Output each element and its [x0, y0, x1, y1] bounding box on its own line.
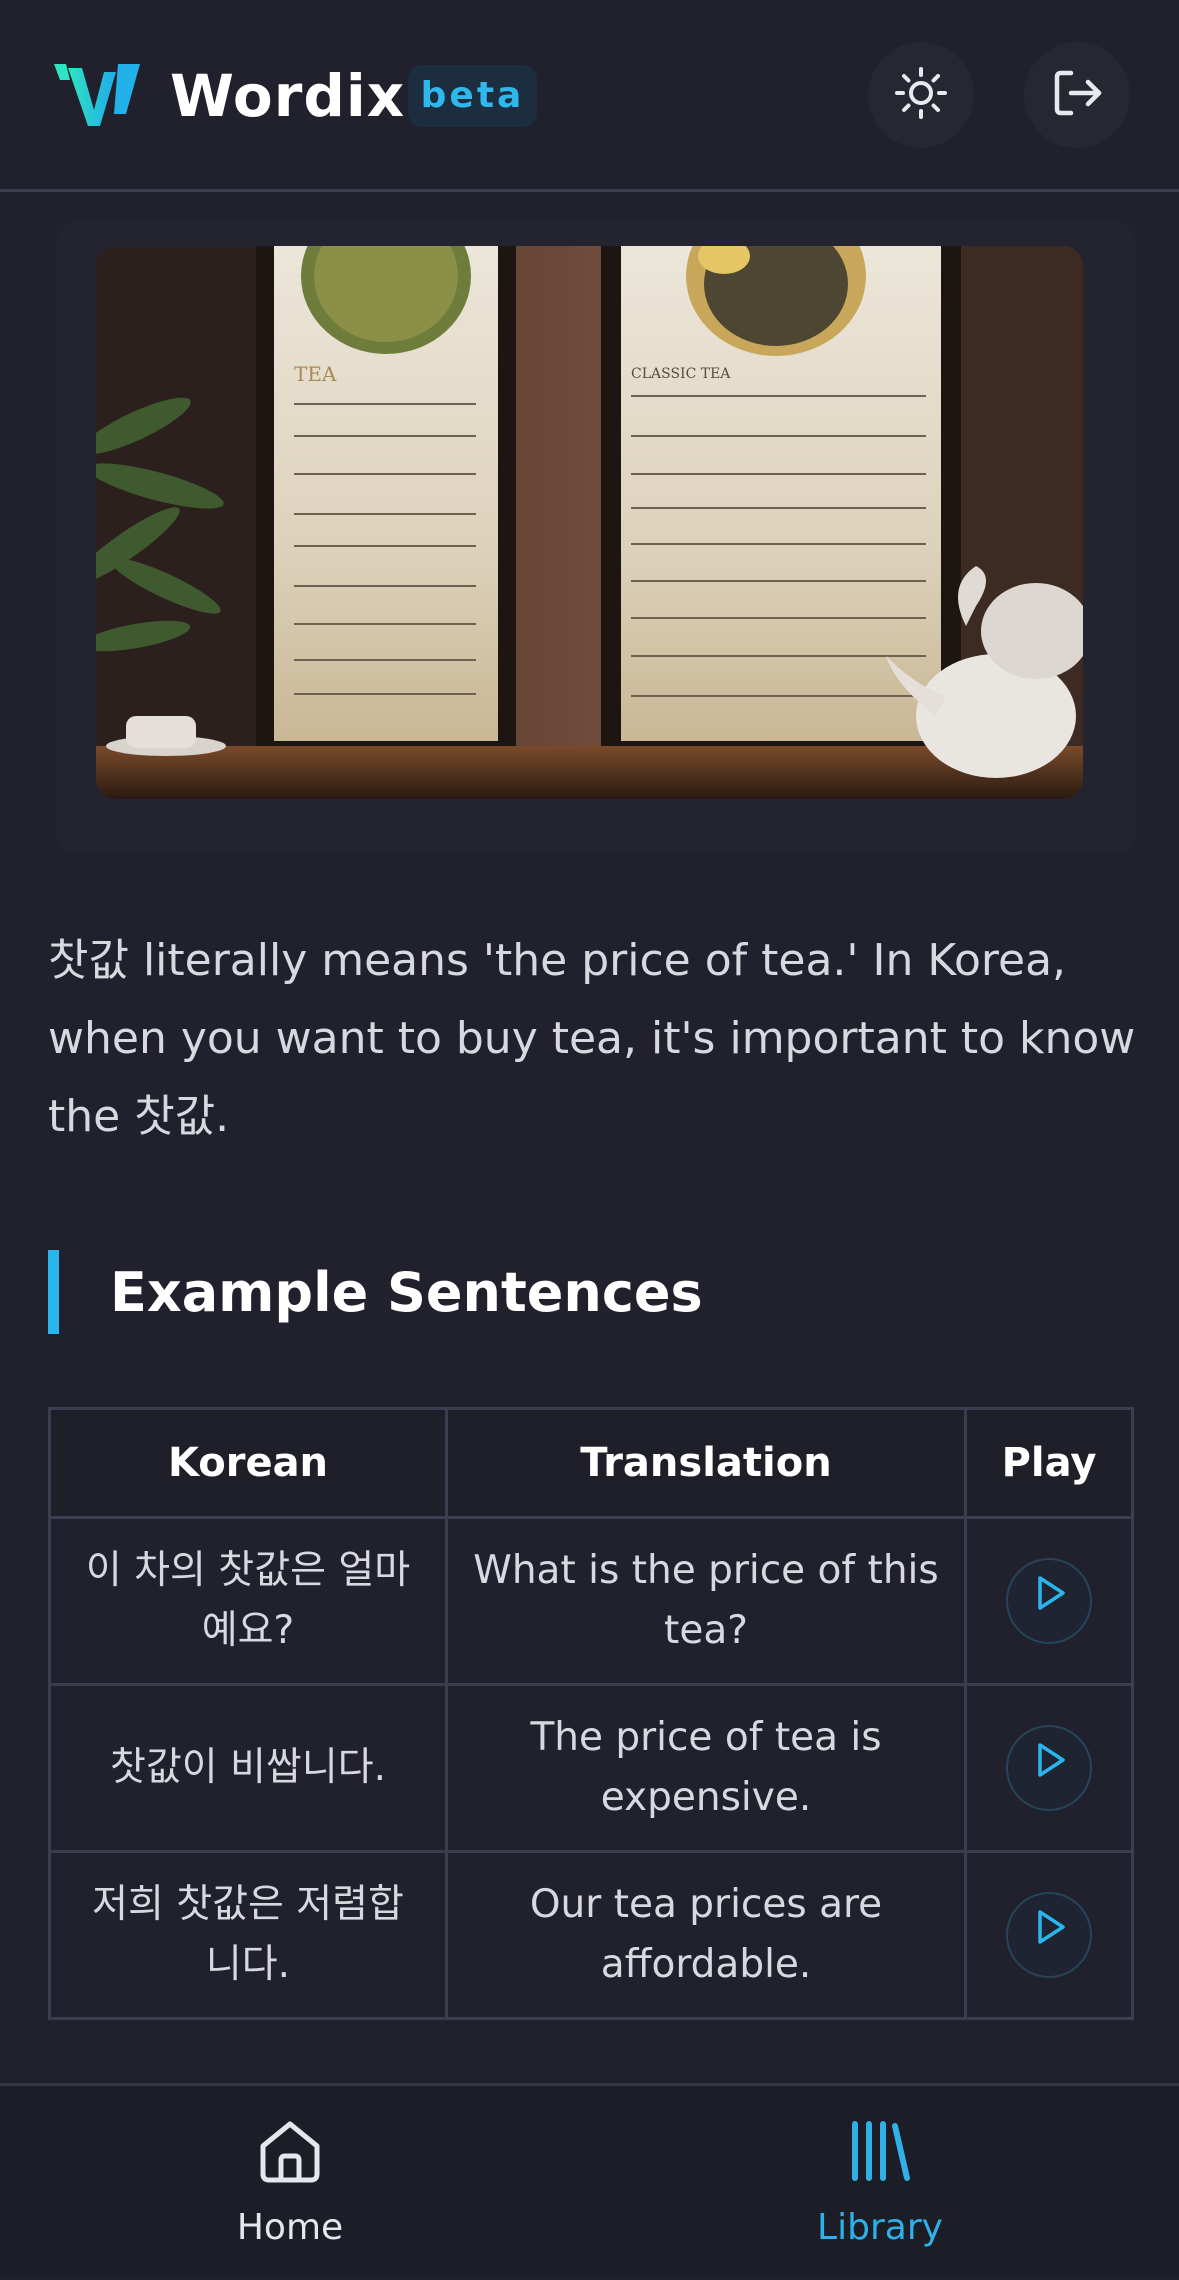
play-button[interactable] [1006, 1558, 1092, 1644]
sun-icon [893, 65, 949, 125]
column-header-translation: Translation [445, 1407, 967, 1519]
play-button[interactable] [1006, 1725, 1092, 1811]
column-header-play: Play [964, 1407, 1134, 1519]
brand-name: Wordix [170, 62, 406, 130]
translation-text: What is the price of this tea? [445, 1516, 967, 1686]
logout-icon [1049, 65, 1105, 125]
nav-library-label: Library [817, 2207, 943, 2248]
table-row: 이 차의 찻값은 얼마예요? What is the price of this… [48, 1516, 1134, 1686]
wordix-logo-icon[interactable] [52, 62, 142, 128]
svg-text:CLASSIC TEA: CLASSIC TEA [631, 366, 731, 382]
nav-home-label: Home [236, 2207, 344, 2248]
play-cell [964, 1683, 1134, 1853]
play-icon [1029, 1905, 1069, 1965]
nav-library[interactable]: Library [730, 2086, 1030, 2280]
column-header-korean: Korean [48, 1407, 448, 1519]
logout-button[interactable] [1024, 42, 1130, 148]
section-title: Example Sentences [110, 1261, 703, 1324]
play-icon [1029, 1571, 1069, 1631]
section-accent-bar [48, 1250, 59, 1334]
theme-toggle-button[interactable] [868, 42, 974, 148]
korean-sentence: 이 차의 찻값은 얼마예요? [48, 1516, 448, 1686]
word-description: 찻값 literally means 'the price of tea.' I… [48, 935, 1136, 1142]
translation-text: Our tea prices are affordable. [445, 1850, 967, 2020]
korean-sentence: 저희 찻값은 저렴합니다. [48, 1850, 448, 2020]
beta-badge: beta [408, 65, 537, 127]
play-cell [964, 1850, 1134, 2020]
table-row: 저희 찻값은 저렴합니다. Our tea prices are afforda… [48, 1850, 1134, 2020]
library-icon [730, 2116, 1030, 2186]
bottom-navigation: Home Library [0, 2083, 1179, 2277]
nav-home[interactable]: Home [140, 2086, 440, 2280]
korean-sentence: 찻값이 비쌉니다. [48, 1683, 448, 1853]
translation-text: The price of tea is expensive. [445, 1683, 967, 1853]
table-row: 찻값이 비쌉니다. The price of tea is expensive. [48, 1683, 1134, 1853]
svg-text:TEA: TEA [294, 362, 337, 386]
play-icon [1029, 1738, 1069, 1798]
play-button[interactable] [1006, 1892, 1092, 1978]
play-cell [964, 1516, 1134, 1686]
home-icon [140, 2116, 440, 2186]
app-header: Wordix beta [0, 0, 1179, 192]
examples-table: Korean Translation Play 이 차의 찻값은 얼마예요? W… [48, 1407, 1134, 2020]
table-header-row: Korean Translation Play [48, 1407, 1134, 1519]
hero-image: TEA CLASSIC TEA [96, 246, 1083, 799]
